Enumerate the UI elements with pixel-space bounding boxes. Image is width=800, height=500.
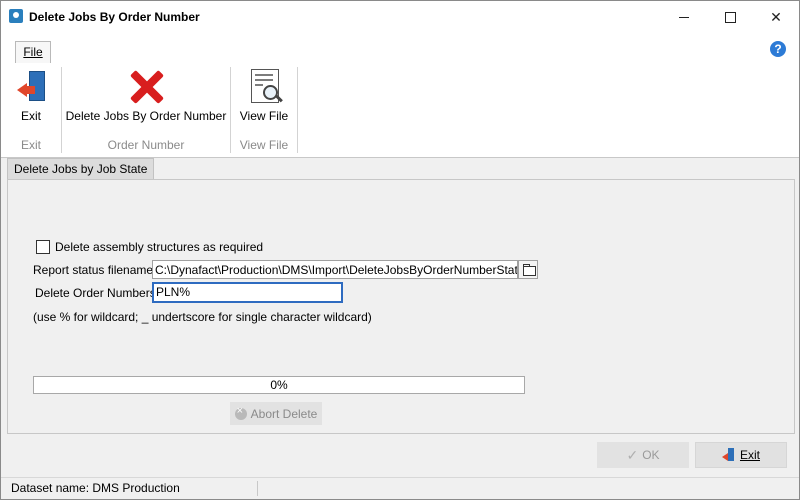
content-tab-strip: Delete Jobs by Job State <box>1 158 799 180</box>
red-x-icon <box>129 69 164 104</box>
ribbon-group-order-number: Delete Jobs By Order Number Order Number <box>62 63 230 157</box>
ribbon-group-caption-exit: Exit <box>20 138 41 152</box>
status-bar: Dataset name: DMS Production <box>1 477 799 499</box>
help-icon[interactable]: ? <box>770 41 786 57</box>
check-icon: ✓ <box>626 446 639 463</box>
exit-door-icon <box>15 71 51 103</box>
ribbon-group-caption-view-file: View File <box>239 138 289 152</box>
order-numbers-label: Delete Order Numbers <box>35 286 156 300</box>
file-tab[interactable]: File <box>15 41 51 64</box>
maximize-icon <box>724 11 736 23</box>
exit-label: Exit <box>739 448 760 462</box>
title-bar: Delete Jobs By Order Number ✕ <box>1 1 799 33</box>
app-icon <box>9 9 23 23</box>
wildcard-hint: (use % for wildcard; _ undertscore for s… <box>33 310 372 324</box>
exit-door-icon <box>721 448 736 462</box>
ribbon-group-view-file: View File View File <box>231 63 297 157</box>
abort-icon <box>234 405 247 420</box>
browse-button[interactable] <box>518 260 538 279</box>
ribbon-tab-bar: File ? <box>1 33 799 64</box>
ribbon-view-file-label: View File <box>239 109 289 123</box>
ribbon-group-exit: Exit Exit <box>1 63 61 157</box>
ok-button[interactable]: ✓ OK <box>597 442 689 468</box>
ribbon-delete-jobs-button[interactable]: Delete Jobs By Order Number <box>62 63 230 133</box>
close-button[interactable]: ✕ <box>753 1 799 33</box>
progress-bar: 0% <box>33 376 525 394</box>
status-filename-label: Report status filename: <box>33 263 157 277</box>
ribbon-delete-jobs-label: Delete Jobs By Order Number <box>65 109 227 123</box>
ribbon: Exit Exit Delete Jobs By Order Number Or… <box>1 63 799 158</box>
maximize-button[interactable] <box>707 1 753 33</box>
content-panel: Delete assembly structures as required R… <box>7 179 795 434</box>
ribbon-exit-button[interactable]: Exit <box>1 63 61 133</box>
ribbon-exit-label: Exit <box>20 109 41 123</box>
delete-assembly-label: Delete assembly structures as required <box>55 240 264 254</box>
window-title: Delete Jobs By Order Number <box>29 10 200 24</box>
ok-label: OK <box>642 448 660 462</box>
view-file-icon <box>251 69 283 103</box>
dataset-name: Dataset name: DMS Production <box>11 481 180 495</box>
delete-assembly-checkbox-row[interactable]: Delete assembly structures as required <box>36 240 263 254</box>
main-window: Delete Jobs By Order Number ✕ File ? Exi… <box>0 0 800 500</box>
minimize-icon <box>679 16 689 18</box>
status-separator <box>257 481 258 496</box>
status-filename-input[interactable]: C:\Dynafact\Production\DMS\Import\Delete… <box>152 260 518 279</box>
tab-delete-jobs-by-job-state[interactable]: Delete Jobs by Job State <box>7 158 155 179</box>
ribbon-view-file-button[interactable]: View File <box>231 63 297 133</box>
abort-delete-label: Abort Delete <box>250 406 318 421</box>
exit-button[interactable]: Exit <box>695 442 787 468</box>
minimize-button[interactable] <box>661 1 707 33</box>
ribbon-group-caption-order-number: Order Number <box>107 138 185 152</box>
order-numbers-input[interactable]: PLN% <box>152 282 343 303</box>
delete-assembly-checkbox[interactable] <box>36 240 50 254</box>
progress-label: 0% <box>270 378 288 392</box>
folder-open-icon <box>523 264 536 276</box>
ribbon-separator <box>297 67 298 153</box>
close-icon: ✕ <box>770 8 782 25</box>
abort-delete-button[interactable]: Abort Delete <box>230 402 322 425</box>
